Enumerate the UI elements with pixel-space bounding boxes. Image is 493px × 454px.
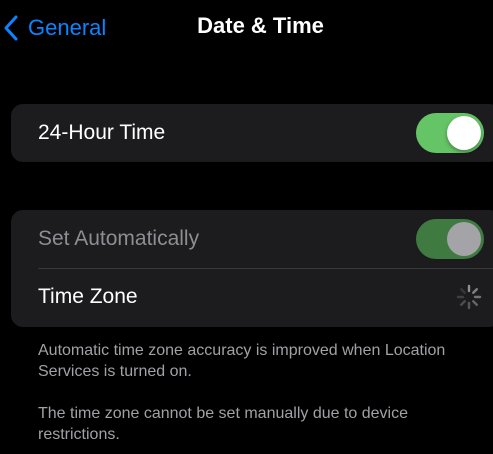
row-set-automatically-label: Set Automatically — [38, 227, 200, 250]
page-title: Date & Time — [197, 13, 324, 38]
set-automatically-toggle — [416, 219, 484, 259]
toggle-knob — [447, 222, 481, 256]
footnote-location-accuracy: Automatic time zone accuracy is improved… — [38, 342, 446, 380]
settings-group-time-zone: Set Automatically Time Zone — [11, 210, 493, 327]
row-set-automatically: Set Automatically — [11, 210, 493, 268]
footnote-device-restrictions: The time zone cannot be set manually due… — [38, 405, 408, 443]
navigation-bar: General Date & Time — [0, 0, 493, 56]
toggle-knob — [447, 116, 481, 150]
loading-spinner-icon — [456, 284, 482, 310]
row-24-hour-time-label: 24-Hour Time — [38, 121, 166, 144]
row-time-zone-label: Time Zone — [38, 285, 138, 308]
row-time-zone[interactable]: Time Zone — [11, 268, 493, 326]
settings-group-time-format: 24-Hour Time — [11, 104, 493, 162]
row-24-hour-time: 24-Hour Time — [11, 104, 493, 162]
24-hour-time-toggle[interactable] — [416, 113, 484, 153]
